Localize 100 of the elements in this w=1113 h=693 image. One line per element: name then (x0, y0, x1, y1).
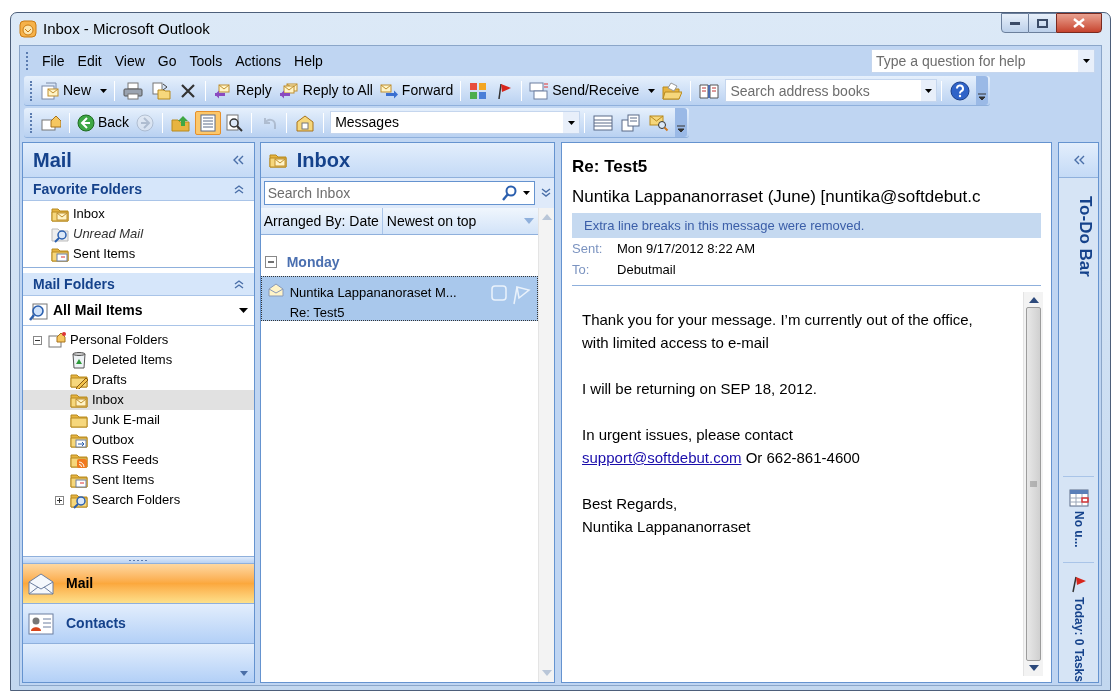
outbox-folder-icon (70, 431, 88, 449)
scrollbar[interactable] (1023, 292, 1044, 676)
menu-item[interactable]: File (37, 50, 70, 72)
nav-button[interactable]: Mail (23, 564, 254, 604)
minimize-icon (1010, 21, 1020, 25)
forward-icon (378, 81, 399, 100)
folder-item[interactable]: Drafts (23, 370, 254, 390)
sort-order-header[interactable]: Newest on top (382, 208, 538, 234)
reading-pane-icon (199, 113, 218, 132)
section-header[interactable]: Mail Folders (23, 273, 254, 296)
open-folder-icon (662, 81, 683, 100)
sent-folder-icon (70, 471, 88, 489)
toolbar-button[interactable]: Reply to All (274, 78, 376, 103)
message-sender: Nuntika Lappananoraset M... (289, 284, 458, 302)
field-value: Debutmail (617, 260, 676, 279)
folder-item[interactable]: Deleted Items (23, 350, 254, 370)
trash-can-icon (70, 351, 88, 369)
caret-icon (239, 671, 248, 676)
view-dropdown[interactable]: All Mail Items (23, 296, 254, 326)
maximize-button[interactable] (1029, 13, 1056, 33)
field-label: To: (572, 260, 591, 279)
help-icon (950, 80, 971, 101)
toolbar-button[interactable]: New (37, 78, 110, 103)
body-text: Best Regards, (582, 494, 679, 514)
new-mail-icon (40, 81, 60, 100)
menu-item[interactable]: Edit (72, 50, 107, 72)
scroll-down-icon (1028, 665, 1039, 671)
move-to-folder-icon (151, 81, 171, 100)
caret-icon (567, 120, 575, 125)
splitter-handle[interactable] (23, 556, 254, 564)
folder-item[interactable]: Sent Items (23, 470, 254, 490)
reply-all-icon (277, 81, 300, 100)
printer-icon (123, 81, 143, 100)
menu-item[interactable]: Help (289, 50, 328, 72)
sort-caret-icon (524, 218, 534, 224)
toolbar-button[interactable]: Back (74, 110, 133, 135)
folder-item[interactable]: Junk E-mail (23, 410, 254, 430)
body-text: Nuntika Lappananorraset (582, 517, 752, 537)
inbox-folder-icon (51, 205, 69, 223)
toolbar-button[interactable]: Forward (375, 78, 457, 103)
send-receive-icon (529, 81, 550, 100)
scroll-thumb[interactable] (1026, 307, 1042, 661)
nav-button[interactable]: Contacts (23, 604, 254, 644)
minimize-button[interactable] (1001, 13, 1029, 33)
address-book-icon (699, 81, 720, 100)
menu-item[interactable]: Go (152, 50, 182, 72)
message-sender: Nuntika Lappananorraset (June) [nuntika@softdebut.c (572, 186, 982, 208)
pane-title: Mail (33, 148, 73, 173)
folder-item[interactable]: Sent Items (23, 244, 254, 264)
folder-item[interactable]: Search Folders (23, 490, 254, 510)
view-dropdown[interactable]: Messages (330, 111, 581, 134)
window-title: Inbox - Microsoft Outlook (43, 18, 210, 39)
folder-item[interactable]: Inbox (23, 204, 254, 224)
grip-icon (128, 558, 149, 562)
scrollbar[interactable] (538, 208, 554, 682)
folder-item[interactable]: Inbox (23, 390, 254, 410)
expand-button[interactable] (1059, 143, 1098, 178)
scroll-down-icon (541, 670, 552, 676)
maximize-icon (1037, 18, 1048, 28)
folder-item[interactable]: Personal Folders (23, 330, 254, 350)
menu-item[interactable]: Actions (230, 50, 287, 72)
expand-down-icon (541, 188, 551, 198)
scroll-up-icon (541, 214, 552, 220)
contact-card-icon (28, 612, 54, 635)
double-chevron-left-icon (231, 155, 244, 165)
folder-item[interactable]: RSS Feeds (23, 450, 254, 470)
close-button[interactable] (1056, 13, 1102, 33)
body-text: In urgent issues, please contact (582, 425, 794, 445)
calendar-icon (1068, 489, 1089, 508)
home-folder-icon (41, 113, 61, 132)
todo-section-label: No u... (1070, 511, 1087, 549)
folder-item[interactable]: Unread Mail (23, 224, 254, 244)
toolbar-button[interactable]: Send/Receive (526, 78, 659, 103)
menu-item[interactable]: View (109, 50, 150, 72)
help-field[interactable]: Type a question for help (871, 49, 1095, 73)
body-text: I will be returning on SEP 18, 2012. (582, 379, 818, 399)
message-item[interactable]: Nuntika Lappananoraset M... Re: Test5 (260, 276, 538, 321)
rss-folder-icon (70, 451, 88, 469)
toolbar-button[interactable]: Reply (210, 78, 275, 103)
close-icon (1073, 18, 1085, 28)
caret-icon (238, 308, 248, 313)
group-header[interactable]: Monday (260, 251, 538, 273)
arrange-by-header[interactable]: Arranged By: Date (260, 208, 383, 234)
collapse-button[interactable] (231, 155, 244, 165)
caret-icon (1082, 59, 1090, 63)
rules-icon (295, 113, 316, 132)
delete-icon (179, 81, 197, 100)
double-chevron-left-icon (1072, 155, 1085, 165)
field-value: Mon 9/17/2012 8:22 AM (617, 239, 756, 258)
up-folder-icon (171, 113, 192, 132)
folder-item[interactable]: Outbox (23, 430, 254, 450)
email-link[interactable]: support@softdebut.com (582, 449, 742, 466)
menu-item[interactable]: Tools (184, 50, 228, 72)
inbox-folder-icon (268, 151, 287, 169)
message-subject: Re: Test5 (572, 156, 649, 178)
section-header[interactable]: Favorite Folders (23, 178, 254, 201)
back-icon (77, 113, 95, 132)
message-subject: Re: Test5 (289, 304, 346, 322)
personal-folders-icon (48, 331, 66, 349)
collapse-up-icon (233, 184, 244, 194)
